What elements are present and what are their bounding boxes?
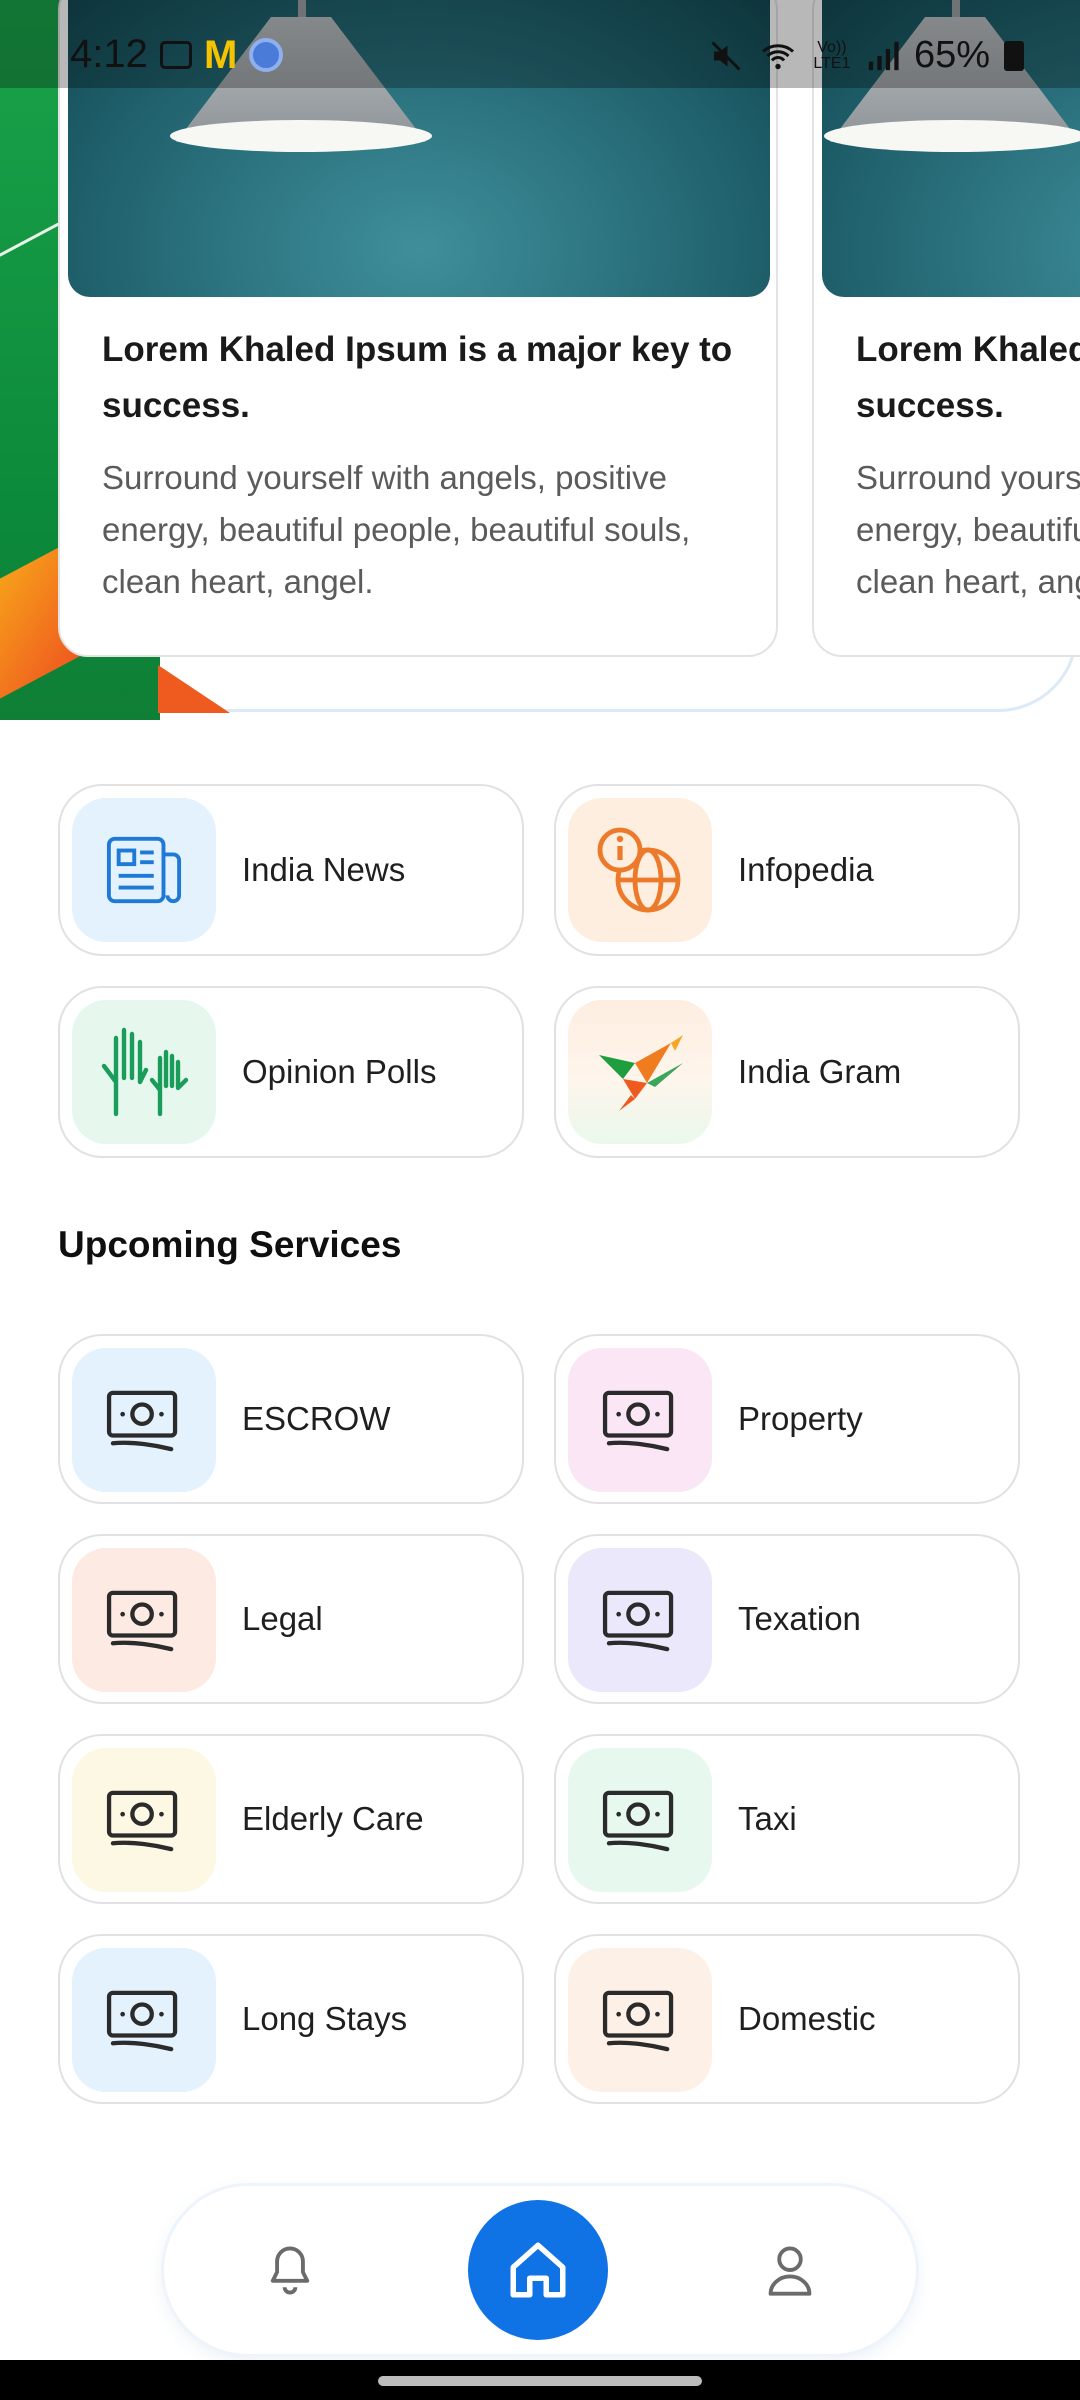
bottom-nav <box>164 2186 916 2354</box>
tile-icon-bg <box>568 1748 712 1892</box>
upcoming-tile[interactable]: Elderly Care <box>58 1734 524 1904</box>
upcoming-tile[interactable]: Long Stays <box>58 1934 524 2104</box>
tile-icon-bg <box>72 1548 216 1692</box>
tile-icon-bg <box>72 1748 216 1892</box>
card-title: Lorem Khaled Ipsum is a major key to suc… <box>102 330 733 425</box>
money-icon <box>602 1990 674 2052</box>
info-globe-icon <box>597 827 681 913</box>
tile-label: Opinion Polls <box>242 1053 437 1090</box>
battery-icon <box>1004 40 1024 71</box>
mute-icon <box>711 40 741 71</box>
tile-label: Long Stays <box>242 2000 408 2037</box>
battery-percent: 65% <box>913 34 990 76</box>
service-tile-opinion-polls[interactable]: Opinion Polls <box>58 986 524 1158</box>
card-title: Lorem Khaled Ipsum is a major key to suc… <box>856 330 1080 425</box>
money-icon <box>602 1590 674 1652</box>
nav-profile[interactable] <box>740 2220 840 2320</box>
money-icon <box>602 1390 674 1452</box>
user-icon <box>768 2246 812 2296</box>
section-title-upcoming: Upcoming Services <box>58 1224 402 1265</box>
tile-label: Domestic <box>738 2000 876 2037</box>
tile-label: Taxi <box>738 1800 797 1837</box>
hero-section: Lorem Khaled Ipsum is a major key to suc… <box>0 0 1080 720</box>
service-tile-india-news[interactable]: India News <box>58 784 524 956</box>
upcoming-tile[interactable]: Texation <box>554 1534 1020 1704</box>
upcoming-tile[interactable]: Domestic <box>554 1934 1020 2104</box>
tile-label: Elderly Care <box>242 1800 424 1837</box>
nav-notifications[interactable] <box>240 2220 340 2320</box>
tile-label: India News <box>242 851 406 888</box>
tile-label: Property <box>738 1400 863 1437</box>
tile-icon-bg <box>568 1000 712 1144</box>
bell-icon <box>270 2246 310 2295</box>
tile-label: India Gram <box>738 1053 902 1090</box>
nav-home[interactable] <box>468 2200 608 2340</box>
network-type: Vo)) LTE1 <box>813 38 851 72</box>
gesture-handle[interactable] <box>378 2376 702 2386</box>
tile-icon-bg <box>568 1948 712 2092</box>
tile-icon-bg <box>72 1000 216 1144</box>
newspaper-icon <box>106 836 182 904</box>
upcoming-tile[interactable]: Legal <box>58 1534 524 1704</box>
card-body: Surround yourself with angels, positive … <box>856 459 1080 600</box>
tile-icon-bg <box>568 1548 712 1692</box>
service-tile-india-gram[interactable]: India Gram <box>554 986 1020 1158</box>
service-tile-infopedia[interactable]: Infopedia <box>554 784 1020 956</box>
carousel-card[interactable]: Lorem Khaled Ipsum is a major key to suc… <box>58 0 778 657</box>
upcoming-tile[interactable]: ESCROW <box>58 1334 524 1504</box>
tile-label: ESCROW <box>242 1400 391 1437</box>
raised-hands-icon <box>101 1027 189 1117</box>
mcdonalds-icon: M <box>204 33 238 77</box>
tile-icon-bg <box>72 798 216 942</box>
tile-icon-bg <box>72 1948 216 2092</box>
home-icon <box>510 2242 566 2298</box>
card-body: Surround yourself with angels, positive … <box>102 459 691 600</box>
tile-label: Infopedia <box>738 851 874 888</box>
money-icon <box>106 1590 178 1652</box>
status-time: 4:12 <box>70 32 148 76</box>
upcoming-tile[interactable]: Property <box>554 1334 1020 1504</box>
tile-label: Legal <box>242 1600 323 1637</box>
upcoming-tile[interactable]: Taxi <box>554 1734 1020 1904</box>
tile-icon-bg <box>568 798 712 942</box>
money-icon <box>602 1790 674 1852</box>
carousel-card[interactable]: Lorem Khaled Ipsum is a major key to suc… <box>812 0 1080 657</box>
gallery-icon <box>160 41 192 69</box>
tile-icon-bg <box>568 1348 712 1492</box>
bird-logo-icon <box>599 1035 683 1111</box>
money-icon <box>106 1990 178 2052</box>
app-notification-icon <box>249 38 284 72</box>
status-bar: 4:12 M Vo)) LTE1 65% <box>0 0 1080 88</box>
tile-icon-bg <box>72 1348 216 1492</box>
banner-triangle <box>158 665 230 713</box>
signal-icon <box>868 41 899 70</box>
wifi-icon <box>761 43 794 69</box>
tile-label: Texation <box>738 1600 861 1637</box>
money-icon <box>106 1790 178 1852</box>
money-icon <box>106 1390 178 1452</box>
